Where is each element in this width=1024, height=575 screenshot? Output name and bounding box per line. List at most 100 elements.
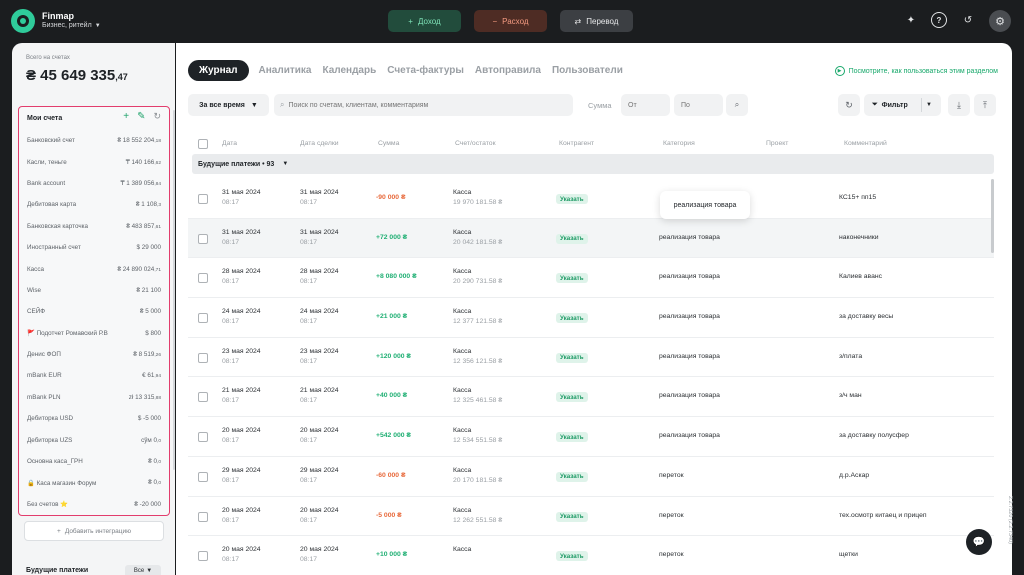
settings-gear-icon[interactable]: ⚙ <box>989 10 1011 32</box>
account-item[interactable]: Дебитовая карта ₴ 1 108,3 <box>19 194 169 215</box>
row-checkbox[interactable] <box>198 392 208 403</box>
chevron-down-icon[interactable]: ▼ <box>926 102 932 108</box>
account-item[interactable]: Банковский счет ₴ 18 552 204,18 <box>19 130 169 151</box>
specify-counterparty-button[interactable]: Указать <box>556 392 588 403</box>
account-item[interactable]: Без счетов ⭐ ₴ -20 000 <box>19 494 169 515</box>
row-checkbox[interactable] <box>198 432 208 443</box>
upload-button[interactable]: ⤒ <box>974 94 996 116</box>
chat-icon[interactable]: 💬 <box>966 529 992 555</box>
magic-wand-icon[interactable]: ✦ <box>903 12 919 28</box>
howto-link[interactable]: ▶ Посмотрите, как пользоваться этим разде… <box>834 66 998 76</box>
table-row[interactable]: 21 мая 2024 08:17 21 мая 2024 08:17 +40 000 … <box>188 377 994 418</box>
account-name: Без счетов ⭐ <box>27 501 69 509</box>
refresh-icon[interactable]: ↻ <box>153 111 161 122</box>
row-deal-date: 29 мая 2024 <box>300 466 339 474</box>
row-category: реализация товара <box>659 273 720 281</box>
account-item[interactable]: 🔒 Каса магазин Форум ₴ 0,0 <box>19 472 169 493</box>
table-row[interactable]: 20 мая 2024 08:17 20 мая 2024 08:17 +542 000… <box>188 417 994 457</box>
row-checkbox[interactable] <box>198 273 208 284</box>
account-amount: ₸ 1 389 056 <box>120 179 155 187</box>
specify-counterparty-button[interactable]: Указать <box>556 313 588 324</box>
specify-counterparty-button[interactable]: Указать <box>556 233 588 244</box>
tab-analytics[interactable]: Аналитика <box>259 65 312 76</box>
account-item[interactable]: Дебиторка UZS сўм 0,0 <box>19 429 169 450</box>
row-deal-date: 20 мая 2024 <box>300 427 339 435</box>
tab-journal[interactable]: Журнал <box>188 60 249 81</box>
account-cents: ,94 <box>154 374 161 380</box>
account-item[interactable]: Wise ₴ 21 100 <box>19 280 169 301</box>
table-row[interactable]: 20 мая 2024 08:17 20 мая 2024 08:17 +10 000 … <box>188 536 994 575</box>
finmap-logo-icon[interactable] <box>11 9 35 33</box>
table-row[interactable]: 28 мая 2024 08:17 28 мая 2024 08:17 +8 080 0… <box>188 258 994 299</box>
row-checkbox[interactable] <box>198 233 208 244</box>
col-sum: Сумма <box>378 140 400 147</box>
tab-users[interactable]: Пользователи <box>552 65 623 76</box>
sum-label: Сумма <box>588 101 612 110</box>
account-amount: ₴ -20 000 <box>134 500 161 508</box>
table-row[interactable]: 23 мая 2024 08:17 23 мая 2024 08:17 +120 000… <box>188 338 994 378</box>
account-item[interactable]: mBank PLN zł 13 315,88 <box>19 387 169 408</box>
period-selector[interactable]: За все время ▼ <box>188 94 269 116</box>
row-deal-time: 08:17 <box>300 199 318 206</box>
account-item[interactable]: mBank EUR € 61,94 <box>19 365 169 386</box>
transfer-button[interactable]: ⇄ Перевод <box>560 10 633 32</box>
download-button[interactable]: ⤓ <box>948 94 970 116</box>
row-comment: наконечники <box>839 233 879 241</box>
add-account-icon[interactable]: + <box>123 111 129 122</box>
select-all-checkbox[interactable] <box>198 139 208 149</box>
search-input[interactable] <box>288 101 559 109</box>
row-checkbox[interactable] <box>198 194 208 204</box>
table-row[interactable]: 31 мая 2024 08:17 31 мая 2024 08:17 -90 000 … <box>188 179 994 219</box>
filter-button[interactable]: ⏷ Фильтр ▼ <box>864 94 941 116</box>
workspace-selector[interactable]: Бизнес, ритейл ▼ <box>42 22 101 29</box>
tab-calendar[interactable]: Календарь <box>322 65 376 76</box>
search-button[interactable]: ⌕ <box>726 94 748 116</box>
row-checkbox[interactable] <box>198 313 208 324</box>
account-item[interactable]: Касли, теньге ₸ 140 166,62 <box>19 151 169 172</box>
future-payments-group[interactable]: Будущие платежи • 93 ▼ <box>192 154 994 174</box>
account-item[interactable]: СЕЙФ ₴ 5 000 <box>19 301 169 322</box>
account-item[interactable]: 🚩 Подотчет Ромавский Р.В $ 800 <box>19 323 169 344</box>
row-checkbox[interactable] <box>198 471 208 482</box>
table-row[interactable]: 24 мая 2024 08:17 24 мая 2024 08:17 +21 000 … <box>188 298 994 338</box>
account-item[interactable]: Банковская карточка ₴ 483 857,61 <box>19 216 169 237</box>
account-balance: ₴ -20 000 <box>134 501 161 508</box>
account-item[interactable]: Денис ФОП ₴ 8 519,26 <box>19 344 169 365</box>
row-checkbox[interactable] <box>198 352 208 363</box>
sum-to-input[interactable] <box>674 94 723 116</box>
future-payments-filter[interactable]: Все ▼ <box>125 565 161 575</box>
specify-counterparty-button[interactable]: Указать <box>556 511 588 522</box>
account-name: Дебитовая карта <box>27 201 77 209</box>
row-checkbox[interactable] <box>198 551 208 562</box>
expense-button[interactable]: − Расход <box>474 10 547 32</box>
specify-counterparty-button[interactable]: Указать <box>556 551 588 562</box>
account-item[interactable]: Основна каса_ГРН ₴ 0,0 <box>19 451 169 472</box>
specify-counterparty-button[interactable]: Указать <box>556 352 588 363</box>
add-integration-button[interactable]: + Добавить интеграцию <box>24 521 164 541</box>
row-checkbox[interactable] <box>198 511 208 522</box>
table-scrollbar[interactable] <box>991 179 994 253</box>
row-deal-date: 31 мая 2024 <box>300 189 339 196</box>
account-item[interactable]: Касса ₴ 24 890 024,71 <box>19 258 169 279</box>
table-row[interactable]: 20 мая 2024 08:17 20 мая 2024 08:17 -5 000 ₴… <box>188 497 994 537</box>
account-item[interactable]: Иностранный счет $ 29 000 <box>19 237 169 258</box>
row-sum: +10 000 ₴ <box>376 551 408 559</box>
specify-counterparty-button[interactable]: Указать <box>556 432 588 443</box>
tab-autorules[interactable]: Автоправила <box>475 65 541 76</box>
edit-pencil-icon[interactable]: ✎ <box>137 111 145 122</box>
account-item[interactable]: Bank account ₸ 1 389 056,84 <box>19 173 169 194</box>
table-row[interactable]: 31 мая 2024 08:17 31 мая 2024 08:17 +72 000 … <box>188 218 994 259</box>
help-icon[interactable]: ? <box>931 12 947 28</box>
row-time: 08:17 <box>222 199 240 206</box>
tab-invoices[interactable]: Счета-фактуры <box>387 65 464 76</box>
sum-from-input[interactable] <box>621 94 670 116</box>
account-item[interactable]: Дебиторка USD $ -5 000 <box>19 408 169 429</box>
sidebar-scrollbar[interactable] <box>173 110 175 470</box>
income-button[interactable]: + Доход <box>388 10 461 32</box>
specify-counterparty-button[interactable]: Указать <box>556 471 588 482</box>
history-icon[interactable]: ↺ <box>960 12 976 28</box>
specify-counterparty-button[interactable]: Указать <box>556 273 588 284</box>
specify-counterparty-button[interactable]: Указать <box>556 194 588 204</box>
refresh-button[interactable]: ↻ <box>838 94 860 116</box>
table-row[interactable]: 29 мая 2024 08:17 29 мая 2024 08:17 -60 000 … <box>188 457 994 497</box>
